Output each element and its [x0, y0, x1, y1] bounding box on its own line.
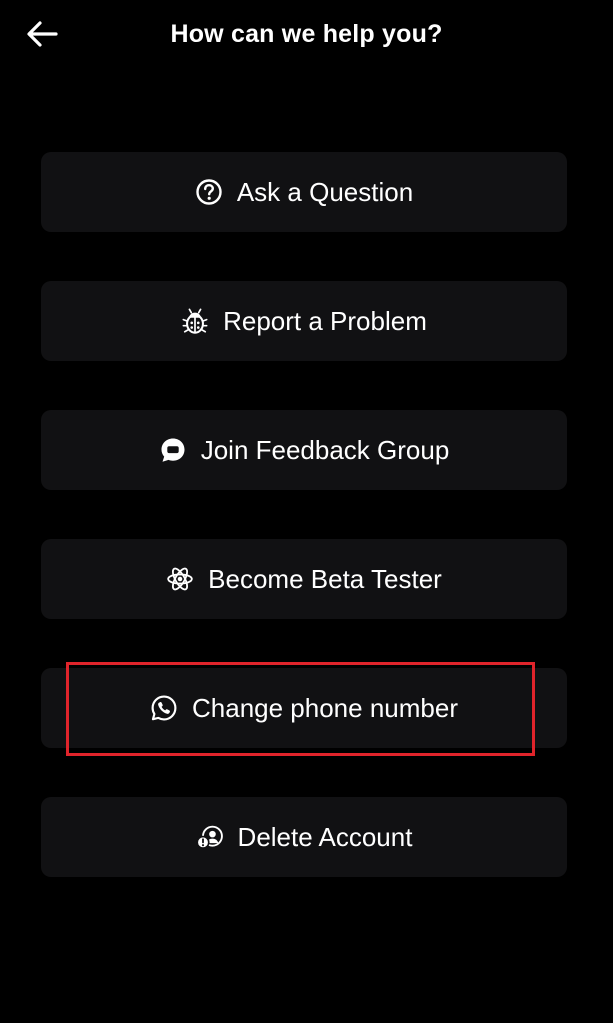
- phone-circle-icon: [150, 694, 178, 722]
- ask-question-button[interactable]: Ask a Question: [41, 152, 567, 232]
- change-phone-number-button[interactable]: Change phone number: [41, 668, 567, 748]
- user-alert-icon: [195, 823, 224, 851]
- change-phone-number-label: Change phone number: [192, 692, 458, 723]
- chat-bubble-icon: [159, 436, 187, 464]
- bug-icon: [181, 307, 209, 335]
- delete-account-button[interactable]: Delete Account: [41, 797, 567, 877]
- atom-icon: [166, 565, 194, 593]
- help-menu: Ask a Question Report a Problem Join Fee…: [41, 152, 567, 926]
- become-beta-tester-label: Become Beta Tester: [208, 563, 442, 594]
- question-circle-icon: [195, 178, 223, 206]
- join-feedback-group-label: Join Feedback Group: [200, 434, 450, 465]
- ask-question-label: Ask a Question: [236, 176, 414, 207]
- report-problem-button[interactable]: Report a Problem: [41, 281, 567, 361]
- header: How can we help you?: [0, 0, 613, 72]
- report-problem-label: Report a Problem: [223, 305, 427, 336]
- become-beta-tester-button[interactable]: Become Beta Tester: [41, 539, 567, 619]
- page-title: How can we help you?: [170, 20, 443, 48]
- join-feedback-group-button[interactable]: Join Feedback Group: [41, 410, 567, 490]
- delete-account-label: Delete Account: [237, 821, 413, 852]
